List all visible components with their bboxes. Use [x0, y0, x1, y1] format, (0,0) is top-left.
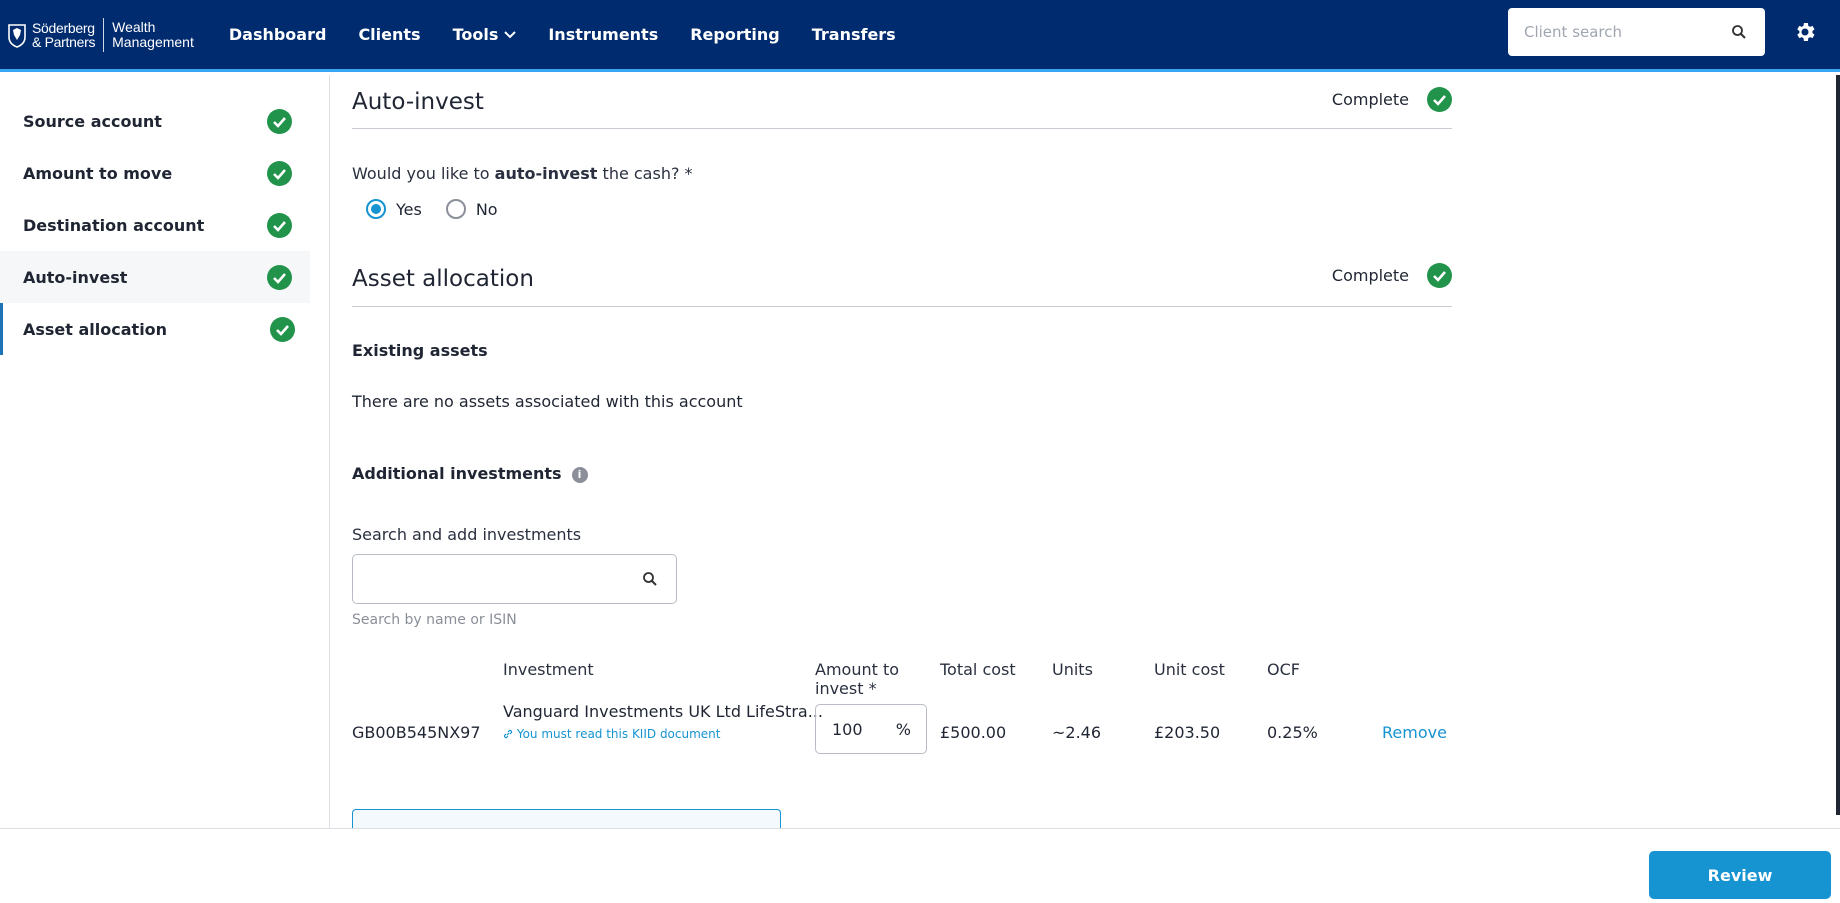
nav-instruments[interactable]: Instruments — [548, 25, 658, 44]
sidebar-item-label: Amount to move — [23, 163, 173, 183]
status-complete: Complete — [1332, 87, 1452, 112]
radio-unselected-icon[interactable] — [445, 199, 466, 219]
asset-allocation-section-header: Asset allocation Complete — [352, 251, 1452, 307]
radio-yes[interactable]: Yes — [366, 199, 422, 219]
column-header-ocf: OCF — [1267, 660, 1300, 679]
remove-investment-button[interactable]: Remove — [1382, 723, 1447, 742]
radio-no[interactable]: No — [445, 199, 498, 219]
scrollbar[interactable] — [1836, 75, 1840, 815]
check-circle-icon — [270, 317, 295, 342]
kiid-link[interactable]: You must read this KIID document — [503, 727, 721, 741]
percent-unit: % — [895, 720, 911, 739]
gear-icon[interactable] — [1793, 20, 1817, 44]
nav-dashboard[interactable]: Dashboard — [229, 25, 327, 44]
units-value: ~2.46 — [1052, 723, 1102, 742]
nav-clients[interactable]: Clients — [358, 25, 420, 44]
check-circle-icon — [267, 265, 292, 290]
client-search-input[interactable] — [1524, 23, 1724, 41]
lion-crest-icon — [8, 23, 26, 48]
info-banner — [352, 809, 781, 829]
amount-to-invest-input[interactable]: 100 % — [815, 704, 927, 754]
sidebar-item-asset-allocation[interactable]: Asset allocation — [0, 303, 310, 355]
check-circle-icon — [1427, 263, 1452, 288]
radio-selected-icon[interactable] — [366, 199, 386, 219]
nav-tools[interactable]: Tools — [453, 25, 517, 44]
check-circle-icon — [267, 213, 292, 238]
column-header-amount: Amount to invest * — [815, 660, 900, 698]
sidebar-item-label: Source account — [23, 111, 162, 131]
investment-search-label: Search and add investments — [352, 525, 582, 544]
client-search-box — [1508, 8, 1765, 56]
check-circle-icon — [1427, 87, 1452, 112]
brand-logo[interactable]: Söderberg & Partners Wealth Management — [0, 0, 194, 71]
status-label: Complete — [1331, 90, 1409, 109]
ocf-value: 0.25% — [1267, 723, 1318, 742]
info-icon[interactable]: i — [571, 466, 588, 483]
column-header-investment: Investment — [503, 660, 594, 679]
auto-invest-question: Would you like to auto-invest the cash? … — [352, 164, 693, 183]
brand-name: Söderberg & Partners — [32, 19, 96, 50]
auto-invest-radio-group: Yes No — [366, 199, 1452, 219]
additional-investments-heading: Additional investments i — [352, 464, 1452, 483]
sidebar-item-label: Asset allocation — [23, 319, 168, 339]
chevron-down-icon — [504, 30, 517, 38]
total-cost-value: £500.00 — [940, 723, 1007, 742]
check-circle-icon — [267, 109, 292, 134]
main-content: Auto-invest Complete Would you like to a… — [352, 75, 1452, 780]
footer-bar: Review — [0, 828, 1840, 903]
nav-reporting[interactable]: Reporting — [690, 25, 779, 44]
investments-table: Investment Amount to invest * Total cost… — [352, 660, 1452, 780]
sidebar-item-destination-account[interactable]: Destination account — [0, 199, 310, 251]
section-title: Auto-invest — [352, 88, 484, 115]
link-icon — [503, 729, 513, 739]
investment-search-hint: Search by name or ISIN — [352, 612, 517, 628]
unit-cost-value: £203.50 — [1154, 723, 1221, 742]
brand-divider — [103, 17, 105, 52]
search-icon[interactable] — [642, 571, 658, 587]
sidebar-item-amount-to-move[interactable]: Amount to move — [0, 147, 310, 199]
column-header-total-cost: Total cost — [940, 660, 1016, 679]
status-complete: Complete — [1332, 263, 1452, 288]
sidebar-item-source-account[interactable]: Source account — [0, 95, 310, 147]
main-nav: Dashboard Clients Tools Instruments Repo… — [229, 25, 928, 44]
brand-subtitle: Wealth Management — [112, 18, 194, 50]
progress-sidebar: Source account Amount to move Destinatio… — [0, 75, 330, 829]
existing-assets-heading: Existing assets — [352, 341, 488, 360]
review-button[interactable]: Review — [1649, 851, 1831, 899]
check-circle-icon — [267, 161, 292, 186]
investment-name: Vanguard Investments UK Ltd LifeStra... — [503, 702, 823, 721]
sidebar-item-label: Auto-invest — [23, 267, 128, 287]
section-title: Asset allocation — [352, 265, 534, 292]
column-header-unit-cost: Unit cost — [1154, 660, 1225, 679]
search-icon[interactable] — [1731, 24, 1747, 40]
sidebar-item-auto-invest[interactable]: Auto-invest — [0, 251, 310, 303]
investment-isin: GB00B545NX97 — [352, 723, 481, 742]
top-navigation-bar: Söderberg & Partners Wealth Management D… — [0, 0, 1840, 72]
investment-search-input[interactable] — [352, 554, 677, 604]
auto-invest-section-header: Auto-invest Complete — [352, 75, 1452, 129]
status-label: Complete — [1331, 266, 1409, 285]
sidebar-item-label: Destination account — [23, 215, 205, 235]
nav-transfers[interactable]: Transfers — [812, 25, 896, 44]
column-header-units: Units — [1052, 660, 1093, 679]
existing-assets-empty-text: There are no assets associated with this… — [352, 392, 743, 411]
